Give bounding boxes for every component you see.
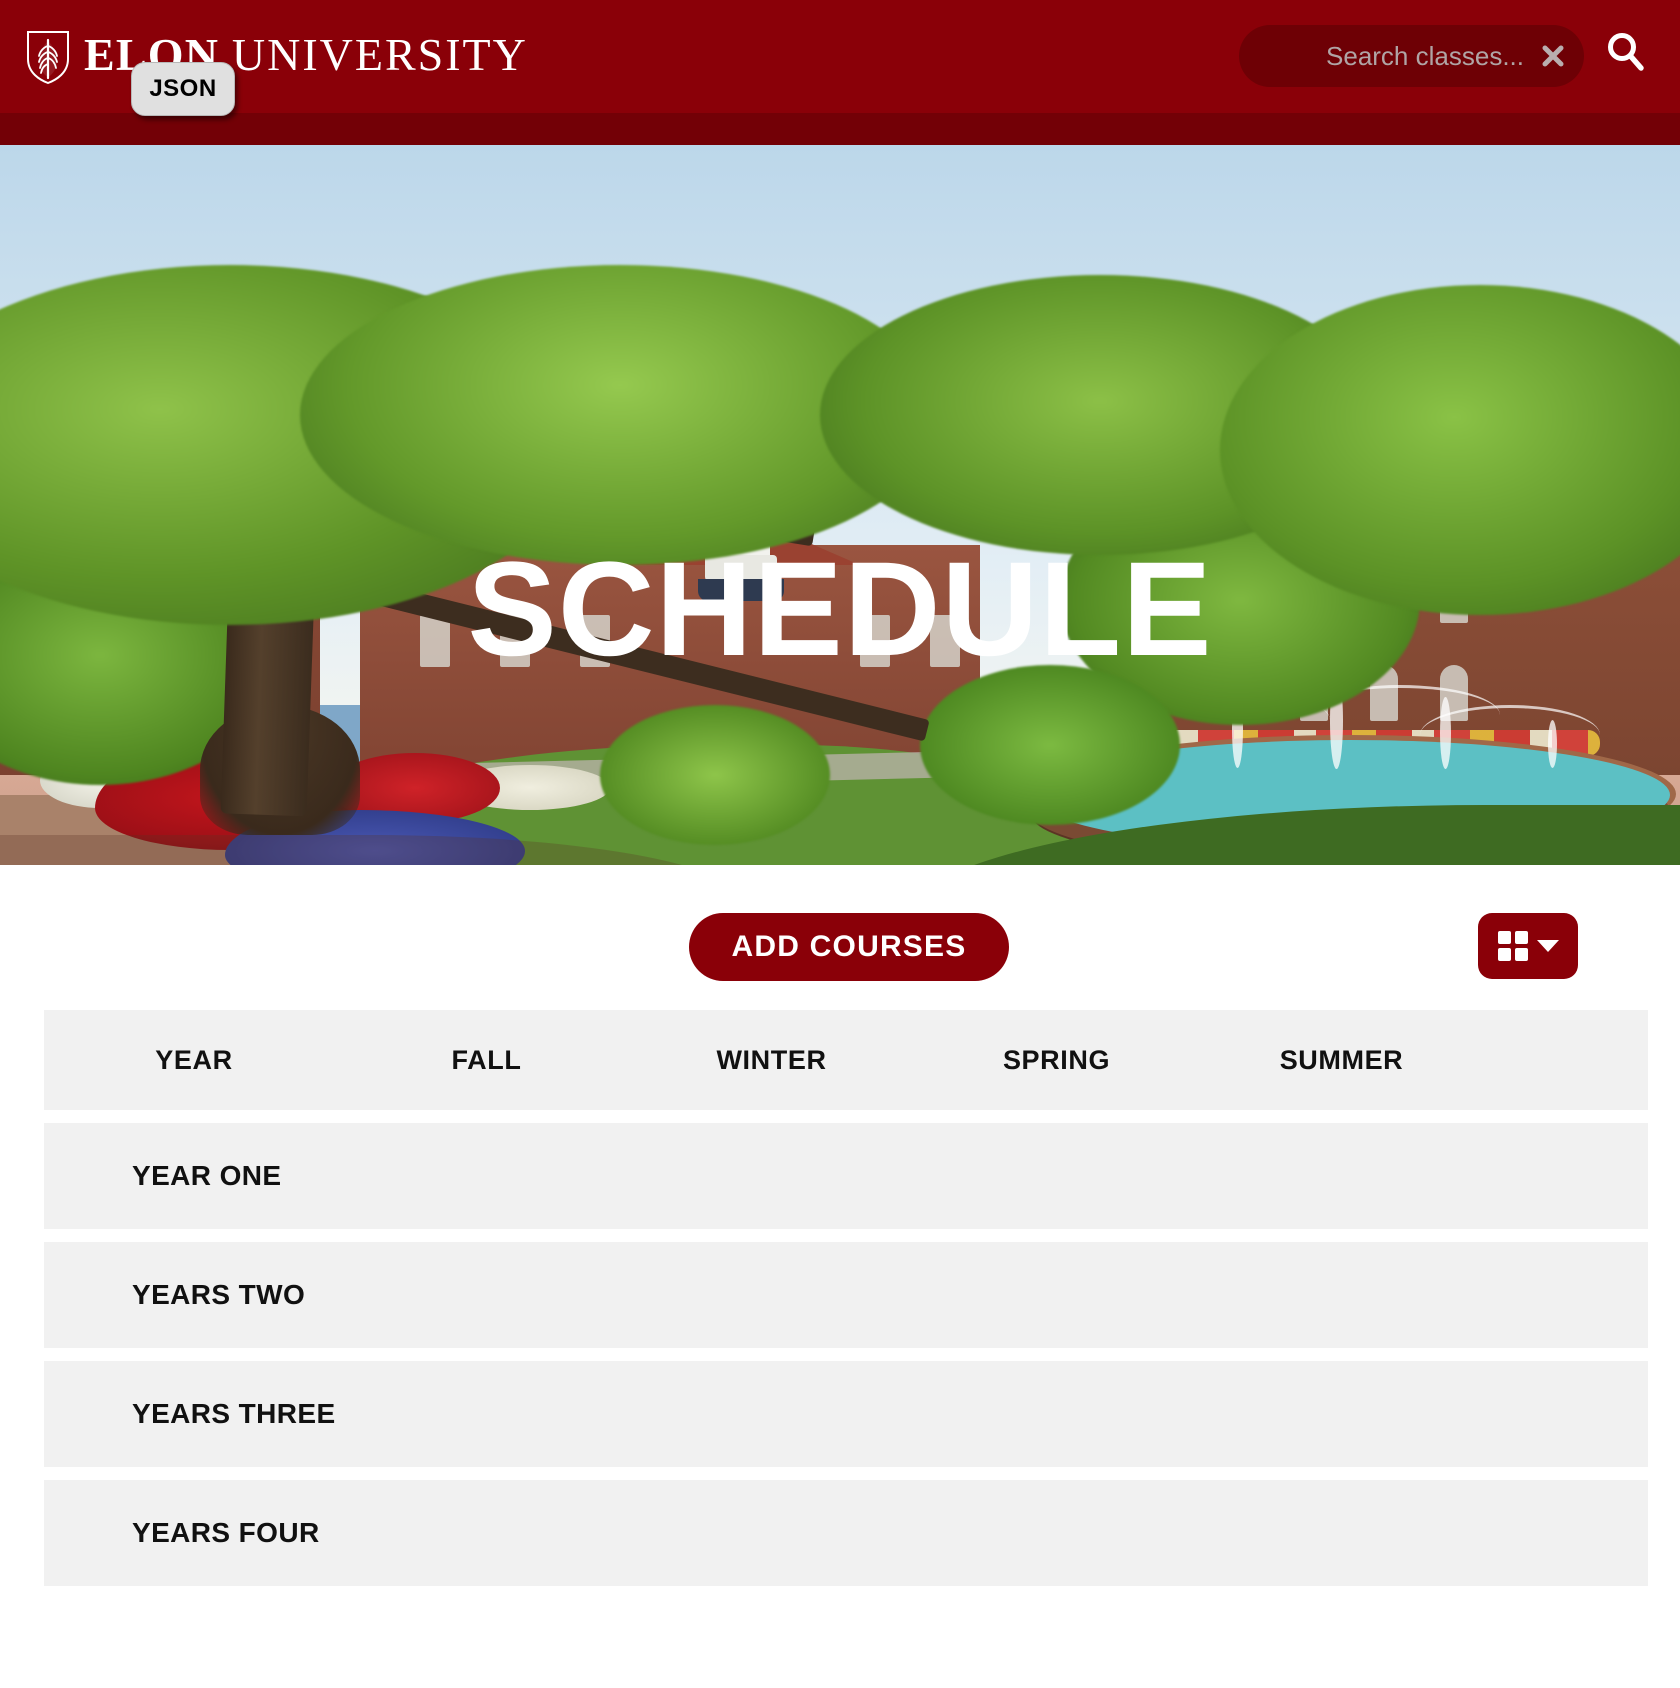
schedule-toolbar: JSON ADD COURSES — [0, 62, 1680, 1010]
column-header-year: YEAR — [155, 1044, 233, 1075]
search-box[interactable] — [1239, 25, 1584, 87]
brand-name-light: UNIVERSITY — [231, 29, 528, 80]
row-year-label: YEARS THREE — [132, 1398, 336, 1429]
column-header-summer: SUMMER — [1279, 1044, 1404, 1075]
row-year-label: YEARS TWO — [132, 1279, 306, 1310]
site-header: ELON UNIVERSITY — [0, 0, 1680, 145]
table-row[interactable]: YEARS THREE — [44, 1361, 1648, 1467]
table-row[interactable]: YEARS FOUR — [44, 1480, 1648, 1586]
column-header-fall: FALL — [451, 1044, 522, 1075]
magnifier-search-icon — [1604, 30, 1646, 79]
page-title: SCHEDULE — [467, 535, 1213, 684]
grid-view-icon — [1497, 931, 1528, 961]
chevron-down-icon — [1536, 940, 1559, 952]
schedule-table-header: YEAR FALL WINTER SPRING SUMMER — [44, 1010, 1648, 1110]
tree-canopy — [920, 665, 1180, 825]
brand-logo-lockup[interactable]: ELON UNIVERSITY — [26, 29, 528, 85]
search-input[interactable] — [1269, 40, 1524, 72]
table-row[interactable]: YEAR ONE — [44, 1123, 1648, 1229]
close-x-icon[interactable] — [1540, 43, 1566, 69]
header-main-bar: ELON UNIVERSITY — [0, 0, 1680, 113]
search-submit-button[interactable] — [1600, 27, 1650, 81]
elon-shield-leaf-icon — [26, 29, 70, 85]
tree-canopy — [600, 705, 830, 845]
table-row[interactable]: YEARS TWO — [44, 1242, 1648, 1348]
hero-banner: SCHEDULE — [0, 145, 1680, 865]
row-year-label: YEAR ONE — [132, 1160, 282, 1191]
column-header-winter: WINTER — [716, 1044, 827, 1075]
schedule-table: YEAR FALL WINTER SPRING SUMMER YEAR ONE … — [44, 1010, 1648, 1599]
header-accent-strip — [0, 113, 1680, 145]
row-year-label: YEARS FOUR — [132, 1517, 320, 1548]
json-button[interactable]: JSON — [131, 62, 235, 116]
campus-photo — [0, 145, 1680, 865]
fountain-spray — [1420, 705, 1600, 765]
column-header-spring: SPRING — [1002, 1044, 1111, 1075]
add-courses-button[interactable]: ADD COURSES — [689, 913, 1009, 981]
view-toggle-button[interactable] — [1478, 913, 1578, 979]
